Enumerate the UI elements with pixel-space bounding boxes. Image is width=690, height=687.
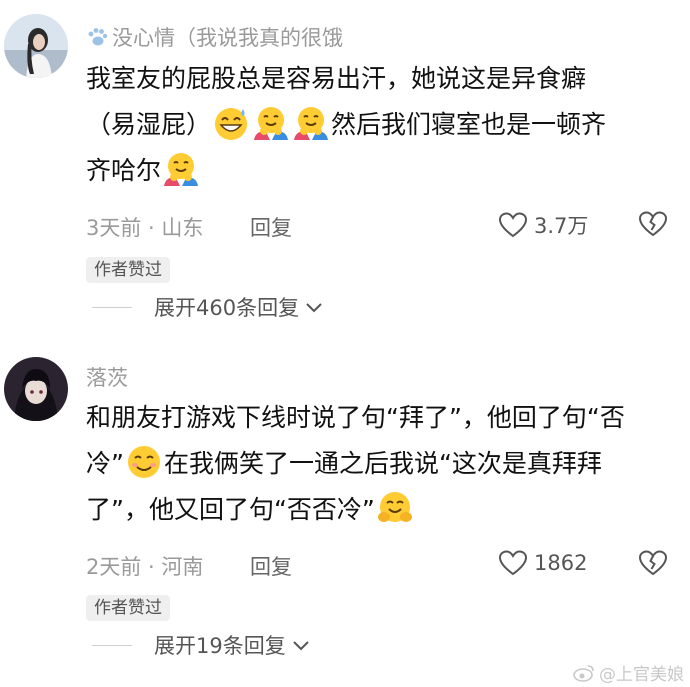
divider [92,306,132,308]
reply-button[interactable]: 回复 [250,212,292,242]
comment-text: 我室友的屁股总是容易出汗，她说这是异食癖 （易湿屁） 然后我们寝室也是一顿齐 齐… [86,56,671,194]
expand-label: 展开460条回复 [154,296,300,320]
watermark: @上官美娘 [573,660,684,685]
timestamp-location: 2天前 · 河南 [86,555,204,579]
line-text: 齐哈尔 [86,156,162,185]
dislike-button[interactable] [638,549,668,582]
dislike-button[interactable] [638,210,668,243]
hugging-face-emoji [294,107,329,140]
comment-line: 齐哈尔 [86,148,671,194]
avatar[interactable] [4,357,68,421]
expand-replies-button[interactable]: 展开19条回复 [92,628,310,662]
line-text: 然后我们寝室也是一顿齐 [331,110,607,139]
avatar[interactable] [4,14,68,78]
chevron-down-icon [306,303,322,313]
divider [92,644,132,646]
line-text: 在我俩笑了一通之后我说“这次是真拜拜 [163,449,602,478]
heart-icon [498,550,528,576]
reply-button[interactable]: 回复 [250,551,292,581]
comment-line: 冷” 在我俩笑了一通之后我说“这次是真拜拜 [86,441,671,487]
author-liked-badge: 作者赞过 [86,595,170,621]
grin-sweat-emoji [215,108,248,140]
weibo-logo-icon [573,664,594,682]
broken-heart-icon [638,550,668,576]
line-text: 了”，他又回了句“否否冷” [86,495,375,524]
comment-line: 我室友的屁股总是容易出汗，她说这是异食癖 [86,64,587,93]
comment-meta: 3天前 · 山东 回复 3.7万 [86,210,690,246]
watermark-text: @上官美娘 [599,665,684,685]
author-liked-badge: 作者赞过 [86,257,170,283]
comment-line: 和朋友打游戏下线时说了句“拜了”，他回了句“否 [86,403,625,432]
paw-icon [88,28,108,46]
line-text: （易湿屁） [86,110,212,139]
hugging-face-emoji [254,107,289,140]
like-count: 1862 [534,551,588,575]
like-count: 3.7万 [534,214,589,238]
heart-icon [498,212,528,238]
username[interactable]: 落茨 [86,362,128,392]
comment-meta: 2天前 · 河南 回复 1862 [86,549,690,585]
comment-line: 了”，他又回了句“否否冷” [86,487,671,533]
blush-smile-emoji [127,446,160,478]
broken-heart-icon [638,211,668,237]
username[interactable]: 没心情（我说我真的很饿 [86,22,343,52]
expand-label: 展开19条回复 [154,634,286,658]
like-button[interactable]: 3.7万 [498,210,588,240]
comment-line: （易湿屁） 然后我们寝室也是一顿齐 [86,102,671,148]
expand-replies-button[interactable]: 展开460条回复 [92,290,323,324]
comment-text: 和朋友打游戏下线时说了句“拜了”，他回了句“否 冷” 在我俩笑了一通之后我说“这… [86,395,671,533]
like-button[interactable]: 1862 [498,549,587,577]
hugging-face-emoji [164,153,199,186]
chevron-down-icon [293,641,309,651]
hugging-hands-emoji [377,492,412,522]
line-text: 冷” [86,449,124,478]
username-text: 没心情（我说我真的很饿 [112,26,343,50]
timestamp-location: 3天前 · 山东 [86,216,204,240]
